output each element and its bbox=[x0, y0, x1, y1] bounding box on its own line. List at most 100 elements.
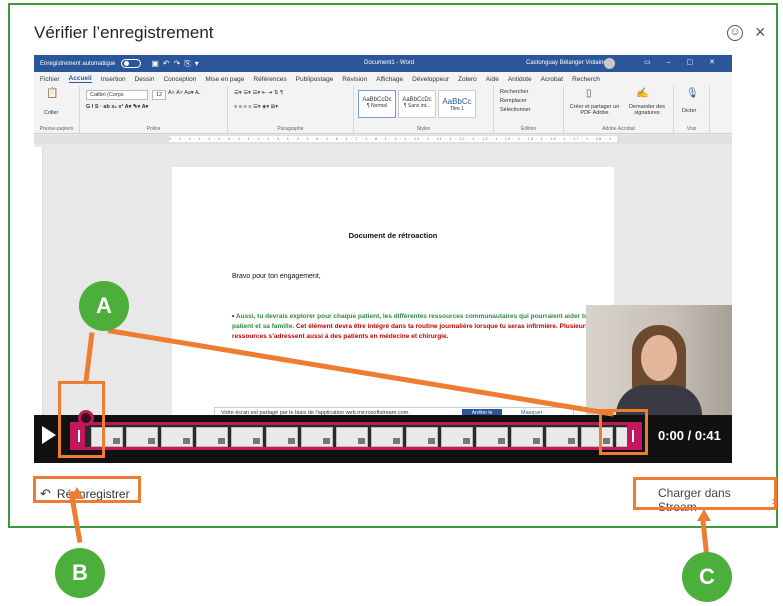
annotation-box-trim-start bbox=[58, 381, 105, 458]
pdf-icon: ▯ bbox=[586, 88, 592, 99]
font-size-icons: A˄ A˅ Aa▾ A̶ bbox=[168, 90, 199, 96]
styles-group: AaBbCcDc ¶ Normal AaBbCcDc ¶ Sans int...… bbox=[354, 86, 494, 134]
paste-label: Coller bbox=[44, 110, 59, 116]
annotation-box-trim-end bbox=[599, 409, 648, 455]
video-thumbnail bbox=[266, 427, 298, 447]
word-menu-item: Zotero bbox=[458, 75, 477, 83]
video-thumbnail bbox=[511, 427, 543, 447]
quick-access-icons: ▣↶↷⎘▾ bbox=[151, 58, 203, 68]
video-thumbnail bbox=[336, 427, 368, 447]
styles-label: Styles bbox=[416, 126, 431, 132]
avatar bbox=[604, 58, 615, 69]
font-size-field: 12 bbox=[152, 90, 167, 100]
horizontal-ruler: 3 · 1 · 2 · 1 · 1 · 1 · X · 1 · 1 · 2 · … bbox=[34, 135, 732, 144]
style-title1-label: Titre 1 bbox=[450, 106, 464, 112]
autosave-label: Enregistrement automatique bbox=[40, 60, 116, 67]
word-menu-item: Références bbox=[253, 75, 287, 83]
video-thumbnail bbox=[196, 427, 228, 447]
paragraph-label: Paragraphe bbox=[277, 126, 304, 132]
annotation-box-stream bbox=[633, 477, 777, 510]
word-menu-item: Accueil bbox=[68, 75, 92, 83]
user-name: Castonguay Bélanger Violaine bbox=[526, 60, 607, 66]
smiley-icon[interactable]: ☺ bbox=[727, 25, 743, 41]
person-face bbox=[641, 335, 677, 381]
style-normal: AaBbCcDc ¶ Normal bbox=[358, 90, 396, 118]
style-nospacing-label: ¶ Sans int... bbox=[403, 103, 431, 109]
list-icons: ☰▾ ☰▾ ☰▾ ⇤ ⇥ ⇅ ¶ bbox=[234, 90, 284, 96]
style-title1-preview: AaBbCc bbox=[442, 97, 472, 106]
font-label: Police bbox=[146, 126, 161, 132]
video-thumbnail bbox=[406, 427, 438, 447]
play-icon[interactable] bbox=[42, 426, 56, 444]
video-thumbnail bbox=[546, 427, 578, 447]
word-titlebar: Enregistrement automatique ▣↶↷⎘▾ Documen… bbox=[34, 55, 732, 72]
review-recording-dialog: Vérifier l’enregistrement ☺ × Enregistre… bbox=[8, 3, 778, 528]
word-menu-item: Conception bbox=[163, 75, 197, 83]
screen-root: Vérifier l’enregistrement ☺ × Enregistre… bbox=[0, 0, 783, 606]
video-thumbnail bbox=[231, 427, 263, 447]
find-button: Rechercher bbox=[500, 89, 529, 95]
word-menubar: Fichier Accueil Insertion Dessin Conception M… bbox=[34, 72, 732, 86]
word-menu-item: Acrobat bbox=[540, 75, 564, 83]
font-group: Calibri (Corps 12 A˄ A˅ Aa▾ A̶ G I S · a… bbox=[80, 86, 228, 134]
document-name: Document1 - Word bbox=[364, 60, 415, 66]
word-menu-item: Insertion bbox=[100, 75, 126, 83]
video-thumbnail bbox=[161, 427, 193, 447]
voice-group: 🎙 Dicter Voix bbox=[674, 86, 710, 134]
word-menu-item: Fichier bbox=[40, 75, 60, 83]
microphone-icon: 🎙 bbox=[686, 88, 699, 99]
create-pdf-button: Créer et partager un PDF Adobe bbox=[569, 104, 620, 116]
word-menu-item: Dessin bbox=[134, 75, 155, 83]
word-ribbon: 📋 Coller Presse-papiers Calibri (Corps 1… bbox=[34, 86, 732, 134]
edit-group: Rechercher Remplacer Sélectionner Éditio… bbox=[494, 86, 564, 134]
style-normal-label: ¶ Normal bbox=[366, 103, 388, 109]
font-format-icons: G I S · ab x₂ x² A▾ ✎▾ A▾ bbox=[86, 104, 149, 110]
replace-button: Remplacer bbox=[500, 98, 527, 104]
adobe-label: Adobe Acrobat bbox=[602, 126, 635, 132]
word-menu-item: Publipostage bbox=[295, 75, 334, 83]
annotation-badge-b: B bbox=[55, 548, 105, 598]
request-signatures-button: Demander des signatures bbox=[628, 104, 666, 116]
align-icons: ≡ ≡ ≡ ≡ ☰▾ ◈▾ ⊞▾ bbox=[234, 104, 279, 110]
video-thumbnail bbox=[371, 427, 403, 447]
annotation-box-rerecord bbox=[33, 476, 141, 503]
clipboard-label: Presse-papiers bbox=[39, 126, 74, 132]
paste-icon: 📋 bbox=[46, 88, 59, 99]
word-menu-item: Recherch bbox=[572, 75, 600, 83]
word-menu-item: Antidote bbox=[507, 75, 532, 83]
voice-label: Voix bbox=[686, 126, 697, 132]
video-thumbnail bbox=[126, 427, 158, 447]
arrowhead-c bbox=[697, 509, 711, 521]
video-thumbnail bbox=[476, 427, 508, 447]
adobe-group: ▯ ✍ Créer et partager un PDF Adobe Deman… bbox=[564, 86, 674, 134]
vertical-ruler bbox=[34, 147, 43, 415]
signature-icon: ✍ bbox=[636, 88, 649, 99]
word-menu-item: Révision bbox=[342, 75, 368, 83]
window-controls-icon: ▭–▢✕ bbox=[644, 59, 731, 66]
dialog-title: Vérifier l’enregistrement bbox=[34, 23, 214, 42]
word-menu-item: Affichage bbox=[376, 75, 404, 83]
video-thumbnail bbox=[441, 427, 473, 447]
paragraph-group: ☰▾ ☰▾ ☰▾ ⇤ ⇥ ⇅ ¶ ≡ ≡ ≡ ≡ ☰▾ ◈▾ ⊞▾ Paragr… bbox=[228, 86, 354, 134]
word-screen-capture: Enregistrement automatique ▣↶↷⎘▾ Documen… bbox=[34, 55, 732, 419]
thumbnail-strip bbox=[91, 427, 639, 447]
document-bullet: • Aussi, tu devrais explorer pour chaque… bbox=[232, 313, 592, 340]
word-menu-item: Développeur bbox=[412, 75, 449, 83]
arrowhead-b bbox=[70, 487, 84, 499]
trim-track[interactable] bbox=[70, 422, 642, 450]
style-nospacing: AaBbCcDc ¶ Sans int... bbox=[398, 90, 436, 118]
select-button: Sélectionner bbox=[500, 107, 531, 113]
clipboard-group: 📋 Coller Presse-papiers bbox=[34, 86, 80, 134]
video-player[interactable]: Enregistrement automatique ▣↶↷⎘▾ Documen… bbox=[34, 55, 732, 463]
word-menu-item: Mise en page bbox=[205, 75, 245, 83]
video-thumbnail bbox=[301, 427, 333, 447]
autosave-toggle bbox=[121, 59, 142, 68]
document-greeting: Bravo pour ton engagement, bbox=[232, 273, 321, 280]
annotation-badge-a: A bbox=[79, 281, 129, 331]
close-icon[interactable]: × bbox=[755, 22, 766, 43]
font-name-field: Calibri (Corps bbox=[86, 90, 148, 100]
word-menu-item: Aide bbox=[485, 75, 499, 83]
dictate-button: Dicter bbox=[682, 108, 697, 114]
webcam-overlay bbox=[586, 305, 732, 417]
style-title1: AaBbCc Titre 1 bbox=[438, 90, 476, 118]
